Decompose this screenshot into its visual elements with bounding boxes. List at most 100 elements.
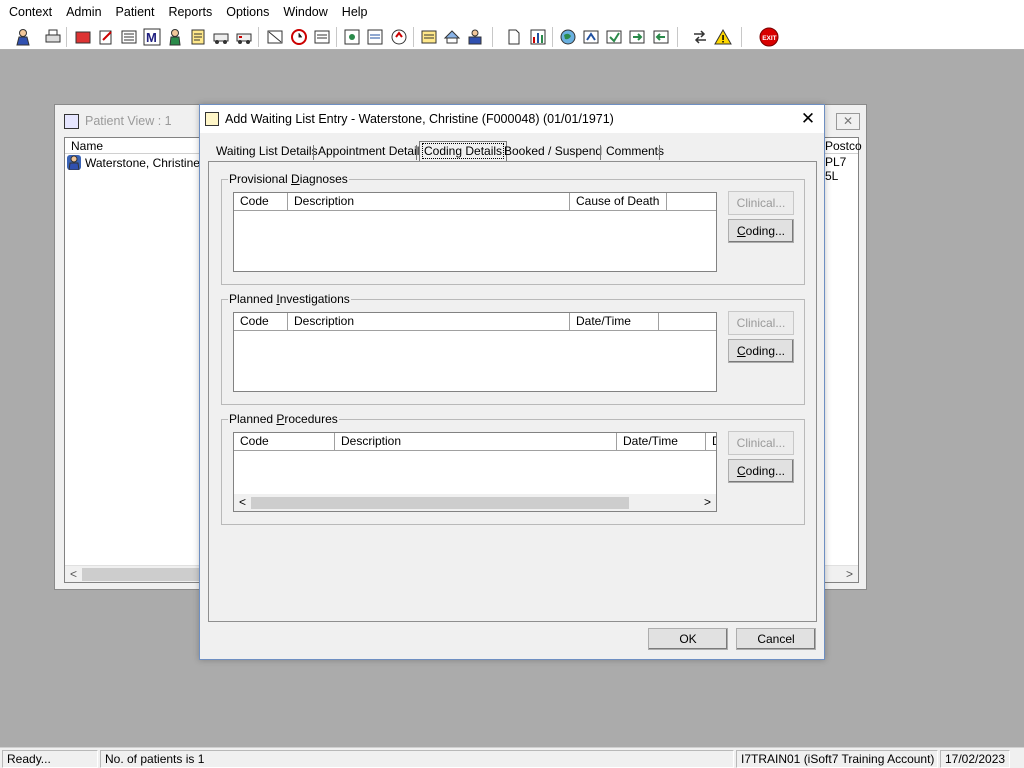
- arrow-green-icon[interactable]: [650, 26, 672, 48]
- dialog-close-button[interactable]: ✕: [798, 109, 818, 129]
- col-extra[interactable]: D: [706, 433, 716, 450]
- flag-icon[interactable]: [580, 26, 602, 48]
- clock-icon[interactable]: [288, 26, 310, 48]
- status-ready: Ready...: [2, 750, 98, 768]
- note-icon[interactable]: [418, 26, 440, 48]
- vehicle2-icon[interactable]: [233, 26, 255, 48]
- refresh-icon[interactable]: [388, 26, 410, 48]
- menu-admin[interactable]: Admin: [59, 5, 108, 19]
- col-extra[interactable]: [667, 193, 716, 210]
- svg-text:EXIT: EXIT: [762, 35, 776, 42]
- scroll-right-arrow[interactable]: >: [699, 494, 716, 511]
- col-date-time[interactable]: Date/Time: [617, 433, 706, 450]
- patient-icon[interactable]: [12, 26, 34, 48]
- col-cause-of-death[interactable]: Cause of Death: [570, 193, 667, 210]
- chart-icon[interactable]: [364, 26, 386, 48]
- diagnoses-grid[interactable]: Code Description Cause of Death: [233, 192, 717, 272]
- col-extra[interactable]: [659, 313, 716, 330]
- dialog-title: Add Waiting List Entry - Waterstone, Chr…: [225, 112, 614, 126]
- status-bar: Ready... No. of patients is 1 I7TRAIN01 …: [0, 747, 1024, 768]
- print-icon[interactable]: [42, 26, 64, 48]
- col-date-time[interactable]: Date/Time: [570, 313, 659, 330]
- procedures-grid[interactable]: Code Description Date/Time D < >: [233, 432, 717, 512]
- status-account: I7TRAIN01 (iSoft7 Training Account): [736, 750, 938, 768]
- tab-comments[interactable]: Comments: [606, 144, 664, 162]
- procedures-coding-button[interactable]: Coding...: [728, 459, 794, 483]
- menu-window[interactable]: Window: [276, 5, 334, 19]
- tab-waiting-list-details[interactable]: Waiting List Details: [216, 144, 318, 162]
- patient-row[interactable]: Waterstone, Christine...: [67, 155, 210, 170]
- menu-help[interactable]: Help: [335, 5, 375, 19]
- tab-coding-details-label: Coding Details: [421, 143, 505, 159]
- menu-reports[interactable]: Reports: [161, 5, 219, 19]
- forward-icon[interactable]: [603, 26, 625, 48]
- m-icon[interactable]: M: [141, 26, 163, 48]
- scroll-thumb[interactable]: [251, 497, 629, 509]
- tab-booked-suspend[interactable]: Booked / Suspend: [504, 144, 602, 162]
- dialog-titlebar[interactable]: Add Waiting List Entry - Waterstone, Chr…: [200, 105, 824, 133]
- tab-appointment-details[interactable]: Appointment Details: [318, 144, 425, 162]
- status-patient-count: No. of patients is 1: [100, 750, 734, 768]
- planned-procedures-legend: Planned Procedures: [229, 412, 338, 426]
- page-icon[interactable]: [503, 26, 525, 48]
- col-postcode-header[interactable]: Postco: [825, 139, 862, 153]
- patient-row-name: Waterstone, Christine...: [85, 155, 210, 170]
- status-date: 17/02/2023: [940, 750, 1010, 768]
- diagnoses-coding-button[interactable]: Coding...: [728, 219, 794, 243]
- patient-view-close-button[interactable]: ✕: [836, 113, 860, 130]
- col-name-header[interactable]: Name: [71, 139, 103, 153]
- note-icon: [205, 112, 219, 126]
- procedures-scrollbar[interactable]: < >: [234, 494, 716, 511]
- reload-icon[interactable]: [626, 26, 648, 48]
- menu-options[interactable]: Options: [219, 5, 276, 19]
- scroll-thumb[interactable]: [82, 568, 202, 581]
- col-code[interactable]: Code: [234, 193, 288, 210]
- col-code[interactable]: Code: [234, 433, 335, 450]
- patient-view-icon: [64, 114, 79, 129]
- window-icon[interactable]: [311, 26, 333, 48]
- swap-icon[interactable]: [689, 26, 711, 48]
- cancel-button[interactable]: Cancel: [736, 628, 816, 650]
- investigations-grid[interactable]: Code Description Date/Time: [233, 312, 717, 392]
- vehicle-icon[interactable]: [210, 26, 232, 48]
- folder-icon[interactable]: [72, 26, 94, 48]
- patient-view-title: Patient View : 1: [85, 114, 172, 128]
- col-code[interactable]: Code: [234, 313, 288, 330]
- bar-chart-icon[interactable]: [527, 26, 549, 48]
- person-icon[interactable]: [164, 26, 186, 48]
- menu-patient[interactable]: Patient: [109, 5, 162, 19]
- list-icon[interactable]: [118, 26, 140, 48]
- planned-investigations-legend: Planned Investigations: [229, 292, 350, 306]
- menu-bar: Context Admin Patient Reports Options Wi…: [0, 0, 1024, 23]
- scroll-right-arrow[interactable]: >: [841, 566, 858, 583]
- svg-text:M: M: [146, 30, 157, 45]
- tab-coding-details[interactable]: Coding Details: [419, 141, 508, 162]
- exit-icon[interactable]: EXIT: [758, 26, 780, 48]
- document-edit-icon[interactable]: [187, 26, 209, 48]
- diagnoses-grid-header: Code Description Cause of Death: [234, 193, 716, 211]
- ok-button[interactable]: OK: [648, 628, 728, 650]
- inbox-icon[interactable]: [264, 26, 286, 48]
- image-icon[interactable]: [341, 26, 363, 48]
- col-description[interactable]: Description: [288, 193, 570, 210]
- transfer-icon[interactable]: [441, 26, 463, 48]
- patient-icon: [67, 155, 81, 170]
- toolbar: M EXIT: [0, 23, 1024, 50]
- globe-icon[interactable]: [557, 26, 579, 48]
- menu-context[interactable]: Context: [2, 5, 59, 19]
- investigations-coding-button[interactable]: Coding...: [728, 339, 794, 363]
- provisional-diagnoses-legend: Provisional Diagnoses: [229, 172, 348, 186]
- warning-icon[interactable]: [712, 26, 734, 48]
- investigations-grid-header: Code Description Date/Time: [234, 313, 716, 331]
- scroll-left-arrow[interactable]: <: [65, 566, 82, 583]
- printer-person-icon[interactable]: [464, 26, 486, 48]
- diagnoses-clinical-button[interactable]: Clinical...: [728, 191, 794, 215]
- edit-note-icon[interactable]: [95, 26, 117, 48]
- coding-details-panel: Provisional Diagnoses Code Description C…: [208, 161, 817, 622]
- scroll-left-arrow[interactable]: <: [234, 494, 251, 511]
- col-description[interactable]: Description: [288, 313, 570, 330]
- col-description[interactable]: Description: [335, 433, 617, 450]
- investigations-clinical-button[interactable]: Clinical...: [728, 311, 794, 335]
- procedures-grid-header: Code Description Date/Time D: [234, 433, 716, 451]
- procedures-clinical-button[interactable]: Clinical...: [728, 431, 794, 455]
